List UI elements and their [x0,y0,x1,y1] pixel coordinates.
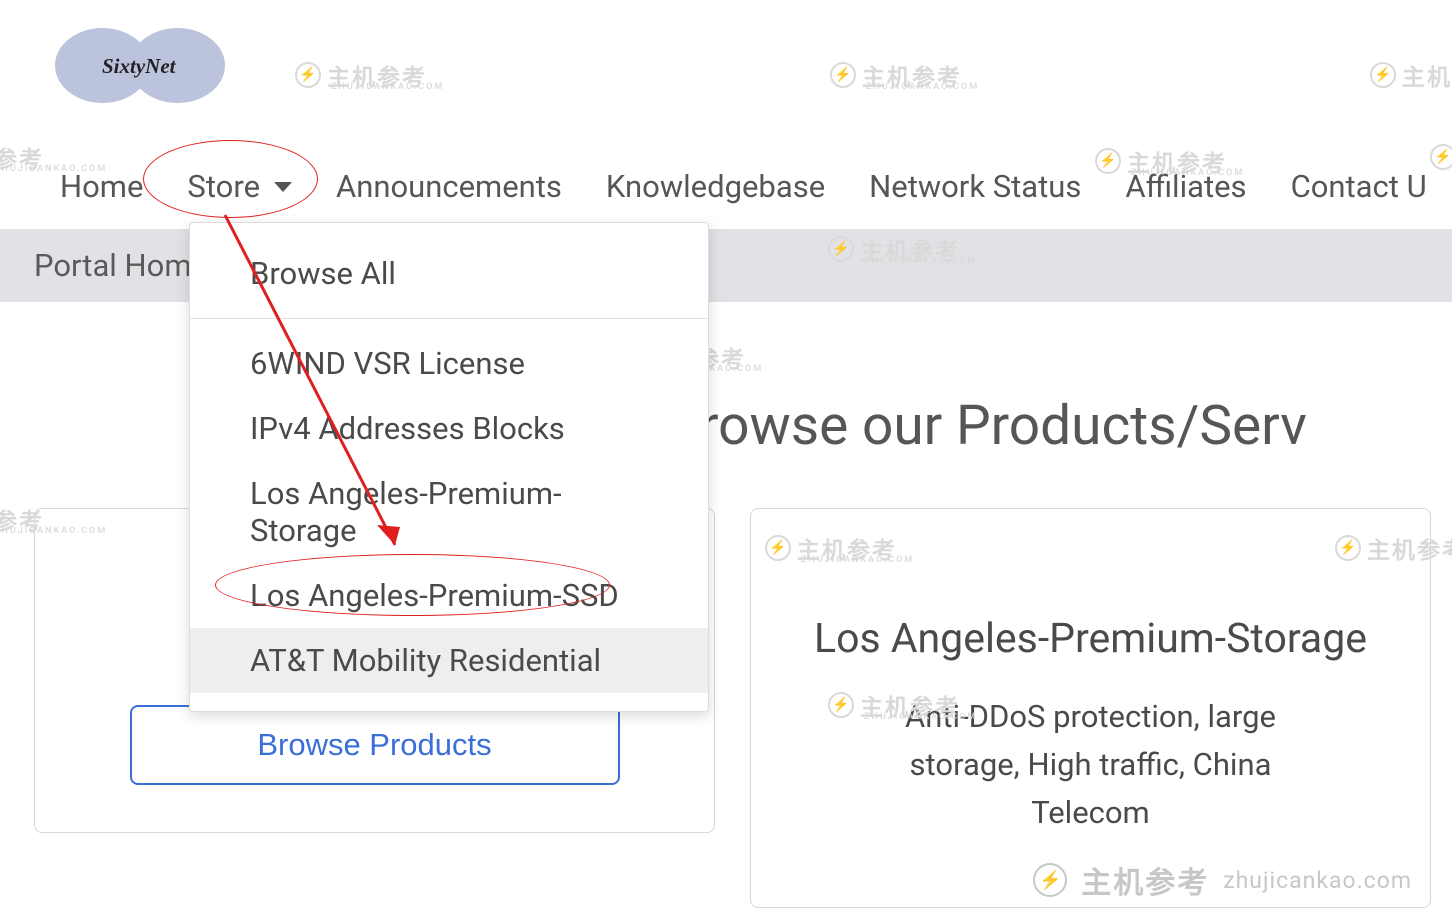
nav-affiliates[interactable]: Affiliates [1125,168,1246,205]
nav-knowledgebase[interactable]: Knowledgebase [606,168,825,205]
dropdown-browse-all[interactable]: Browse All [190,241,708,306]
caret-down-icon [274,182,292,192]
dropdown-la-ssd[interactable]: Los Angeles-Premium-SSD [190,563,708,628]
dropdown-la-storage[interactable]: Los Angeles-Premium-Storage [190,461,708,563]
watermark-icon: ⚡主机参考 [1370,58,1452,92]
watermark-icon: ⚡主机参考ZHUJICANKAO.COM [295,58,427,92]
watermark-icon: ⚡主机参考ZHUJICANKAO.COM [830,58,962,92]
store-dropdown: Browse All 6WIND VSR License IPv4 Addres… [189,222,709,712]
browse-products-button[interactable]: Browse Products [130,705,620,785]
watermark-icon: 参考 ZHUJICANKAO.COM [0,140,44,174]
dropdown-divider [190,318,708,319]
dropdown-att-residential[interactable]: AT&T Mobility Residential [190,628,708,693]
watermark-icon: ⚡ [1430,144,1452,170]
nav-network-status[interactable]: Network Status [869,168,1081,205]
logo[interactable]: SixtyNet [55,28,225,103]
nav-store-label: Store [187,168,260,205]
nav-contact[interactable]: Contact U [1291,168,1427,205]
dropdown-6wind[interactable]: 6WIND VSR License [190,331,708,396]
footer-watermark: ⚡ 主机参考 zhujicankao.com [1033,858,1412,902]
product-card-la-storage: Los Angeles-Premium-Storage Anti-DDoS pr… [750,508,1431,908]
breadcrumb-portal-home[interactable]: Portal Home [34,247,208,284]
page-title: rowse our Products/Serv [700,394,1307,458]
card-title: Los Angeles-Premium-Storage [751,614,1430,665]
nav-home[interactable]: Home [60,168,143,205]
nav-store[interactable]: Store [187,168,292,205]
logo-text: SixtyNet [102,54,176,79]
nav-announcements[interactable]: Announcements [336,168,562,205]
card-description: Anti-DDoS protection, large storage, Hig… [751,693,1430,837]
dropdown-ipv4[interactable]: IPv4 Addresses Blocks [190,396,708,461]
